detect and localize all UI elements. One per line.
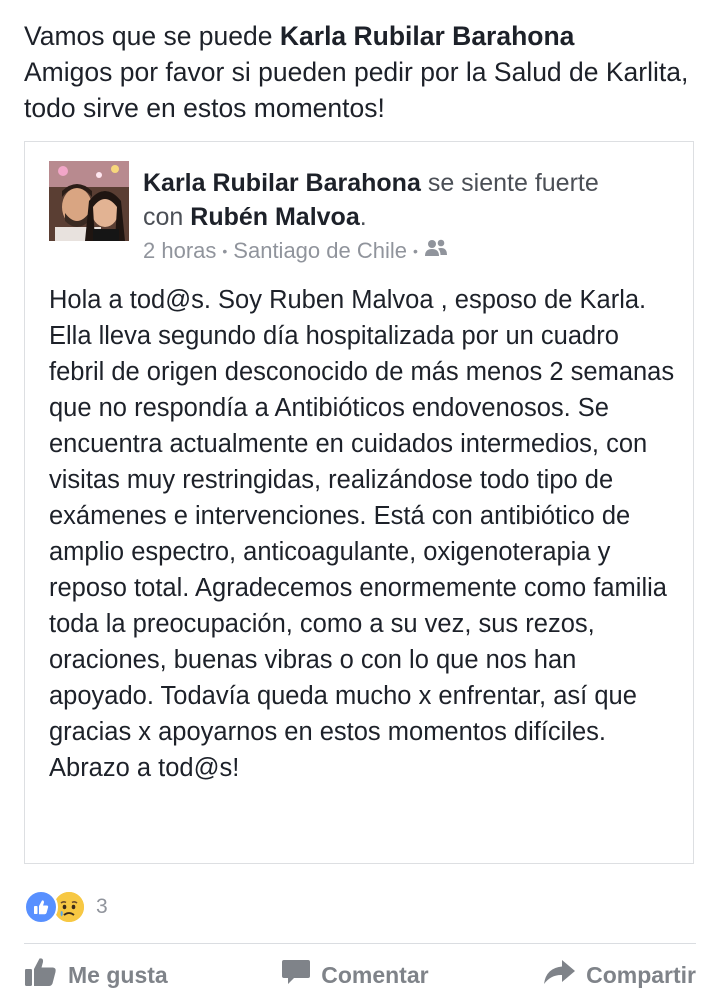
post-intro-prefix: Vamos que se puede: [24, 21, 273, 51]
share-arrow-icon: [542, 958, 576, 992]
like-label: Me gusta: [68, 961, 168, 988]
post-timestamp[interactable]: 2 horas: [143, 237, 216, 265]
post-message: Amigos por favor si pueden pedir por la …: [24, 57, 689, 123]
shared-post-card[interactable]: Karla Rubilar Barahona se siente fuerte …: [24, 141, 694, 864]
tagged-name-link[interactable]: Karla Rubilar Barahona: [280, 21, 575, 51]
actions-divider: [24, 943, 696, 944]
meta-separator: •: [412, 243, 418, 259]
header-period: .: [359, 203, 367, 231]
shared-post-header: Karla Rubilar Barahona se siente fuerte …: [143, 166, 673, 234]
post-location[interactable]: Santiago de Chile: [233, 237, 407, 265]
author-avatar[interactable]: [49, 161, 129, 241]
thumbs-up-icon: [24, 956, 58, 994]
like-button[interactable]: Me gusta: [24, 956, 168, 994]
post-text: Vamos que se puede Karla Rubilar Barahon…: [24, 18, 694, 126]
meta-separator: •: [222, 243, 228, 259]
reactions-summary[interactable]: 3: [24, 890, 108, 924]
tagged-friend-link[interactable]: Rubén Malvoa: [190, 203, 359, 231]
with-label: con: [143, 203, 184, 231]
comment-button[interactable]: Comentar: [281, 958, 429, 992]
comment-label: Comentar: [321, 961, 429, 988]
like-reaction-icon: [24, 890, 58, 924]
comment-icon: [281, 958, 311, 992]
action-bar: Me gusta Comentar Compartir: [24, 950, 696, 1000]
reaction-count: 3: [96, 895, 108, 918]
author-name-link[interactable]: Karla Rubilar Barahona: [143, 169, 421, 197]
share-button[interactable]: Compartir: [542, 958, 696, 992]
share-label: Compartir: [586, 961, 696, 988]
shared-post-body: Hola a tod@s. Soy Ruben Malvoa , esposo …: [49, 286, 675, 782]
post-meta: 2 horas • Santiago de Chile •: [143, 237, 448, 265]
feeling-text: se siente fuerte: [427, 169, 599, 197]
friends-icon[interactable]: [424, 237, 448, 265]
